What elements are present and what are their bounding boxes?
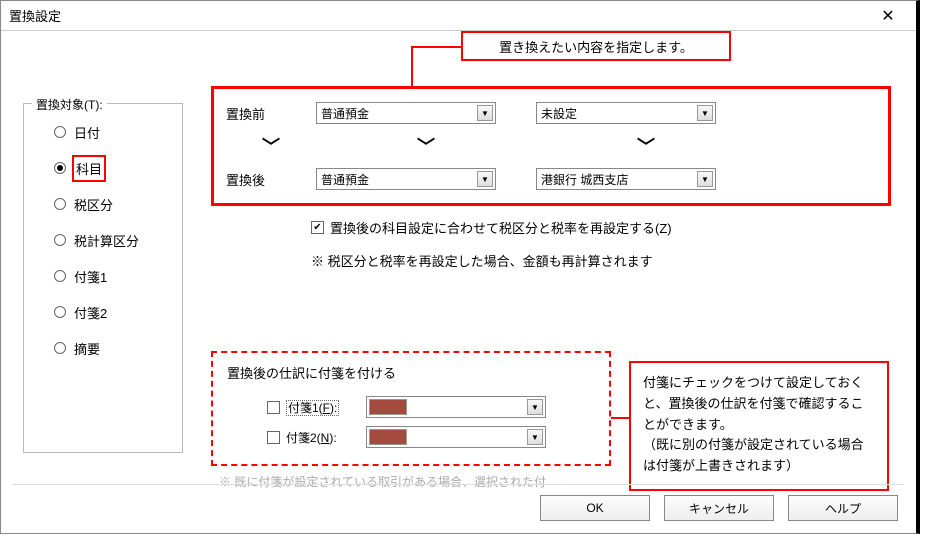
radio-fusen2[interactable]: 付箋2 xyxy=(38,294,172,330)
callout-fusen-explain: 付箋にチェックをつけて設定しておくと、置換後の仕訳を付箋で確認することができます… xyxy=(629,361,889,491)
close-button[interactable]: ✕ xyxy=(868,2,908,30)
radio-label: 摘要 xyxy=(74,339,100,358)
fusen2-color-combo[interactable]: ▼ xyxy=(366,426,546,448)
radio-date[interactable]: 日付 xyxy=(38,114,172,150)
fusen1-color-combo[interactable]: ▼ xyxy=(366,396,546,418)
before-combo-account[interactable]: 普通預金 ▼ xyxy=(316,102,496,124)
chevron-down-icon: ▼ xyxy=(697,105,713,121)
button-row: OK キャンセル ヘルプ xyxy=(540,495,898,521)
chevron-down-icon: ▼ xyxy=(527,429,543,445)
radio-icon xyxy=(54,306,66,318)
radio-account[interactable]: 科目 xyxy=(38,150,172,186)
callout-text: 置き換えたい内容を指定します。 xyxy=(499,37,693,56)
callout-specify-content: 置き換えたい内容を指定します。 xyxy=(461,31,731,61)
fusen1-row: 付箋1(F): ▼ xyxy=(267,392,595,422)
recalc-note: ※ 税区分と税率を再設定した場合、金額も再計算されます xyxy=(311,251,891,270)
chevron-down-icon: ﹀ xyxy=(316,133,536,159)
callout-connector xyxy=(611,417,629,419)
radio-summary[interactable]: 摘要 xyxy=(38,330,172,366)
radio-icon xyxy=(54,234,66,246)
radio-tax-category[interactable]: 税区分 xyxy=(38,186,172,222)
chevron-down-icon: ▼ xyxy=(477,171,493,187)
chevron-down-icon: ﹀ xyxy=(536,133,756,159)
replace-content-box: 置換前 普通預金 ▼ 未設定 ▼ ﹀ ﹀ ﹀ .chev,.chev2{colo… xyxy=(211,86,891,206)
radio-label: 日付 xyxy=(74,123,100,142)
combo-value: 普通預金 xyxy=(321,171,369,188)
fusen1-checkbox[interactable] xyxy=(267,401,280,414)
chevron-down-icon: ﹀ xyxy=(226,133,316,159)
check-label: 置換後の科目設定に合わせて税区分と税率を再設定する(Z) xyxy=(330,218,672,237)
combo-value: 港銀行 城西支店 xyxy=(541,171,628,188)
dialog-window: 置換設定 ✕ 置き換えたい内容を指定します。 置換対象(T): 日付 科目 xyxy=(0,0,920,534)
radio-icon xyxy=(54,162,66,174)
arrow-row: ﹀ ﹀ ﹀ xyxy=(226,133,876,159)
radio-icon xyxy=(54,198,66,210)
color-swatch xyxy=(369,399,407,415)
radio-icon xyxy=(54,342,66,354)
combo-value: 未設定 xyxy=(541,105,577,122)
radio-label: 税区分 xyxy=(74,195,113,214)
after-row: 置換後 普通預金 ▼ 港銀行 城西支店 ▼ xyxy=(226,165,876,193)
titlebar: 置換設定 ✕ xyxy=(1,1,916,31)
combo-value: 普通預金 xyxy=(321,105,369,122)
dialog-body: 置き換えたい内容を指定します。 置換対象(T): 日付 科目 税区分 税計算区分 xyxy=(1,31,916,533)
after-combo-detail[interactable]: 港銀行 城西支店 ▼ xyxy=(536,168,716,190)
radio-label: 付箋2 xyxy=(74,303,107,322)
checkbox-icon xyxy=(311,221,324,234)
radio-label: 税計算区分 xyxy=(74,231,139,250)
group-legend: 置換対象(T): xyxy=(32,96,107,113)
fusen2-label: 付箋2(N): xyxy=(286,429,366,446)
fusen1-label: 付箋1(F): xyxy=(286,399,366,416)
fusen2-checkbox[interactable] xyxy=(267,431,280,444)
fusen-box: 置換後の仕訳に付箋を付ける 付箋1(F): ▼ 付箋2(N): ▼ xyxy=(211,351,611,466)
chevron-down-icon: ▼ xyxy=(527,399,543,415)
close-icon: ✕ xyxy=(881,6,894,26)
chevron-down-icon: ▼ xyxy=(477,105,493,121)
chevron-down-icon: ▼ xyxy=(697,171,713,187)
color-swatch xyxy=(369,429,407,445)
replace-target-group: 置換対象(T): 日付 科目 税区分 税計算区分 付箋1 xyxy=(23,103,183,453)
radio-icon xyxy=(54,126,66,138)
radio-tax-calc-category[interactable]: 税計算区分 xyxy=(38,222,172,258)
after-label: 置換後 xyxy=(226,170,316,189)
callout-text: 付箋にチェックをつけて設定しておくと、置換後の仕訳を付箋で確認することができます… xyxy=(643,375,864,473)
radio-label: 付箋1 xyxy=(74,267,107,286)
before-row: 置換前 普通預金 ▼ 未設定 ▼ xyxy=(226,99,876,127)
radio-icon xyxy=(54,270,66,282)
after-combo-account[interactable]: 普通預金 ▼ xyxy=(316,168,496,190)
main-panel: 置換前 普通預金 ▼ 未設定 ▼ ﹀ ﹀ ﹀ .chev,.chev2{colo… xyxy=(211,86,891,270)
window-title: 置換設定 xyxy=(9,6,868,25)
fusen-title: 置換後の仕訳に付箋を付ける xyxy=(227,363,595,382)
radio-label-highlight: 科目 xyxy=(72,155,106,182)
fusen-truncated-note: ※ 既に付箋が設定されている取引がある場合、選択された付 xyxy=(219,473,546,490)
recalc-tax-check-row[interactable]: 置換後の科目設定に合わせて税区分と税率を再設定する(Z) xyxy=(311,218,891,237)
help-button[interactable]: ヘルプ xyxy=(788,495,898,521)
radio-fusen1[interactable]: 付箋1 xyxy=(38,258,172,294)
ok-button[interactable]: OK xyxy=(540,495,650,521)
cancel-button[interactable]: キャンセル xyxy=(664,495,774,521)
radio-label: 科目 xyxy=(76,162,102,177)
before-combo-detail[interactable]: 未設定 ▼ xyxy=(536,102,716,124)
fusen2-row: 付箋2(N): ▼ xyxy=(267,422,595,452)
before-label: 置換前 xyxy=(226,104,316,123)
callout-connector xyxy=(411,46,461,48)
separator xyxy=(13,484,904,485)
